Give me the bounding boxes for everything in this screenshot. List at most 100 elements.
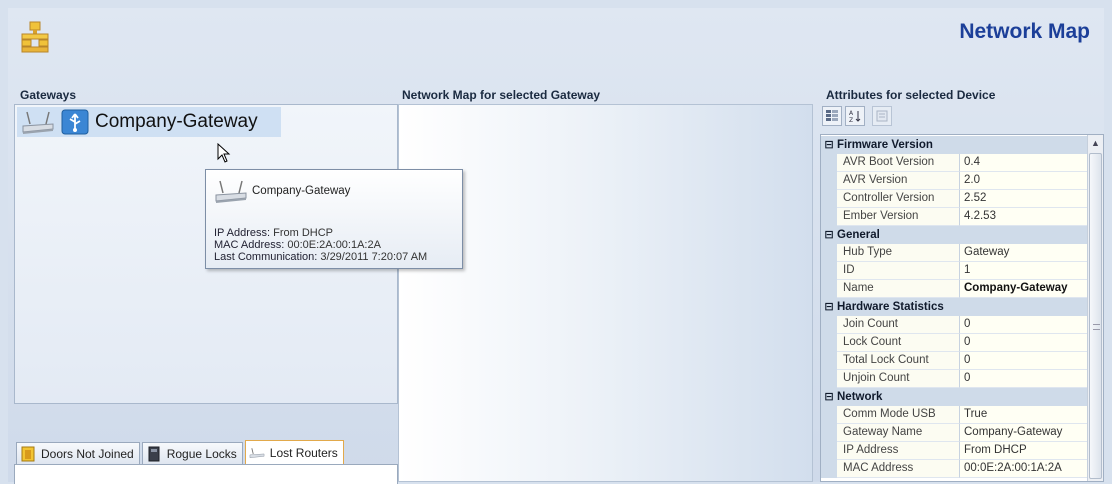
property-pages-button[interactable] [872,106,892,126]
mouse-cursor-icon [217,143,231,163]
property-row[interactable]: Comm Mode USB True [821,406,1089,424]
row-gutter [821,406,837,424]
property-value[interactable]: 0 [960,316,1089,334]
property-row[interactable]: MAC Address 00:0E:2A:00:1A:2A [821,460,1089,478]
row-gutter [821,424,837,442]
tooltip-title: Company-Gateway [252,185,351,197]
tooltip-mac-value: 00:0E:2A:00:1A:2A [287,239,381,251]
property-name: Comm Mode USB [837,406,960,424]
scroll-grip-icon [1093,324,1100,330]
category-row[interactable]: ⊟ General [821,226,1089,244]
tooltip-comm-label: Last Communication: [214,251,318,263]
property-name: AVR Boot Version [837,154,960,172]
router-icon [249,447,265,458]
row-gutter [821,280,837,298]
property-row[interactable]: Controller Version 2.52 [821,190,1089,208]
collapse-icon[interactable]: ⊟ [821,298,837,316]
usb-icon [61,109,89,135]
network-map-canvas[interactable] [398,104,813,482]
property-row[interactable]: Name Company-Gateway [821,280,1089,298]
row-gutter [821,244,837,262]
property-name: Name [837,280,960,298]
network-app-icon [21,21,49,53]
network-map-label: Network Map for selected Gateway [402,88,601,102]
property-row[interactable]: Ember Version 4.2.53 [821,208,1089,226]
property-row[interactable]: Gateway Name Company-Gateway [821,424,1089,442]
tab-label: Rogue Locks [166,446,237,461]
attributes-property-grid[interactable]: ⊟ Firmware Version AVR Boot Version 0.4 AVR … [820,134,1104,482]
property-name: Lock Count [837,334,960,352]
alphabetical-button[interactable]: A Z [845,106,865,126]
scroll-up-arrow-icon[interactable]: ▲ [1088,135,1103,151]
property-row[interactable]: Join Count 0 [821,316,1089,334]
property-name: Unjoin Count [837,370,960,388]
category-row[interactable]: ⊟ Firmware Version [821,136,1089,154]
property-name: Join Count [837,316,960,334]
row-gutter [821,370,837,388]
property-value[interactable]: 0.4 [960,154,1089,172]
lost-routers-list[interactable] [14,464,398,484]
row-gutter [821,172,837,190]
property-row[interactable]: Total Lock Count 0 [821,352,1089,370]
property-value[interactable]: Company-Gateway [960,280,1089,298]
category-row[interactable]: ⊟ Network [821,388,1089,406]
property-row[interactable]: IP Address From DHCP [821,442,1089,460]
category-row[interactable]: ⊟ Hardware Statistics [821,298,1089,316]
tab-rogue-locks[interactable]: Rogue Locks [141,442,243,464]
tooltip-comm-value: 3/29/2011 7:20:07 AM [320,251,428,263]
tab-doors-not-joined[interactable]: Doors Not Joined [16,442,140,464]
property-value[interactable]: 0 [960,370,1089,388]
row-gutter [821,316,837,334]
property-row[interactable]: Hub Type Gateway [821,244,1089,262]
device-tabs: Doors Not Joined Rogue Locks Lost Router… [16,440,346,464]
property-row[interactable]: AVR Version 2.0 [821,172,1089,190]
property-name: Hub Type [837,244,960,262]
tab-label: Doors Not Joined [41,446,134,461]
property-row[interactable]: Unjoin Count 0 [821,370,1089,388]
gateways-label: Gateways [20,88,77,102]
category-name: Network [837,391,883,403]
attributes-toolbar: A Z [822,106,892,128]
attributes-label: Attributes for selected Device [826,88,996,102]
property-value[interactable]: 0 [960,352,1089,370]
row-gutter [821,208,837,226]
gateways-list[interactable]: Company-Gateway Company-Gateway IP Addre… [14,104,463,404]
gateway-item[interactable]: Company-Gateway [17,107,281,137]
category-name: Firmware Version [837,139,933,151]
category-name: Hardware Statistics [837,301,944,313]
property-value[interactable]: Gateway [960,244,1089,262]
row-gutter [821,334,837,352]
row-gutter [821,154,837,172]
collapse-icon[interactable]: ⊟ [821,388,837,406]
tab-lost-routers[interactable]: Lost Routers [244,440,344,464]
property-value[interactable]: 1 [960,262,1089,280]
property-row[interactable]: Lock Count 0 [821,334,1089,352]
grid-scrollbar[interactable]: ▲ [1087,135,1103,481]
property-row[interactable]: ID 1 [821,262,1089,280]
svg-text:Z: Z [849,117,853,123]
scrollbar-thumb[interactable] [1089,153,1102,479]
property-value[interactable]: 2.0 [960,172,1089,190]
tooltip-ip: IP Address: From DHCP [214,227,333,239]
collapse-icon[interactable]: ⊟ [821,136,837,154]
property-value[interactable]: True [960,406,1089,424]
router-icon [22,111,54,134]
property-name: IP Address [837,442,960,460]
tooltip-ip-value: From DHCP [273,227,334,239]
tab-label: Lost Routers [269,445,338,460]
property-name: Ember Version [837,208,960,226]
property-value[interactable]: 4.2.53 [960,208,1089,226]
row-gutter [821,442,837,460]
property-value[interactable]: 0 [960,334,1089,352]
property-value[interactable]: 2.52 [960,190,1089,208]
categorized-button[interactable] [822,106,842,126]
property-row[interactable]: AVR Boot Version 0.4 [821,154,1089,172]
gateway-tooltip: Company-Gateway IP Address: From DHCP MA… [205,169,463,269]
property-value[interactable]: Company-Gateway [960,424,1089,442]
property-value[interactable]: From DHCP [960,442,1089,460]
property-name: AVR Version [837,172,960,190]
collapse-icon[interactable]: ⊟ [821,226,837,244]
door-icon [21,446,35,461]
row-gutter [821,262,837,280]
property-value[interactable]: 00:0E:2A:00:1A:2A [960,460,1089,478]
